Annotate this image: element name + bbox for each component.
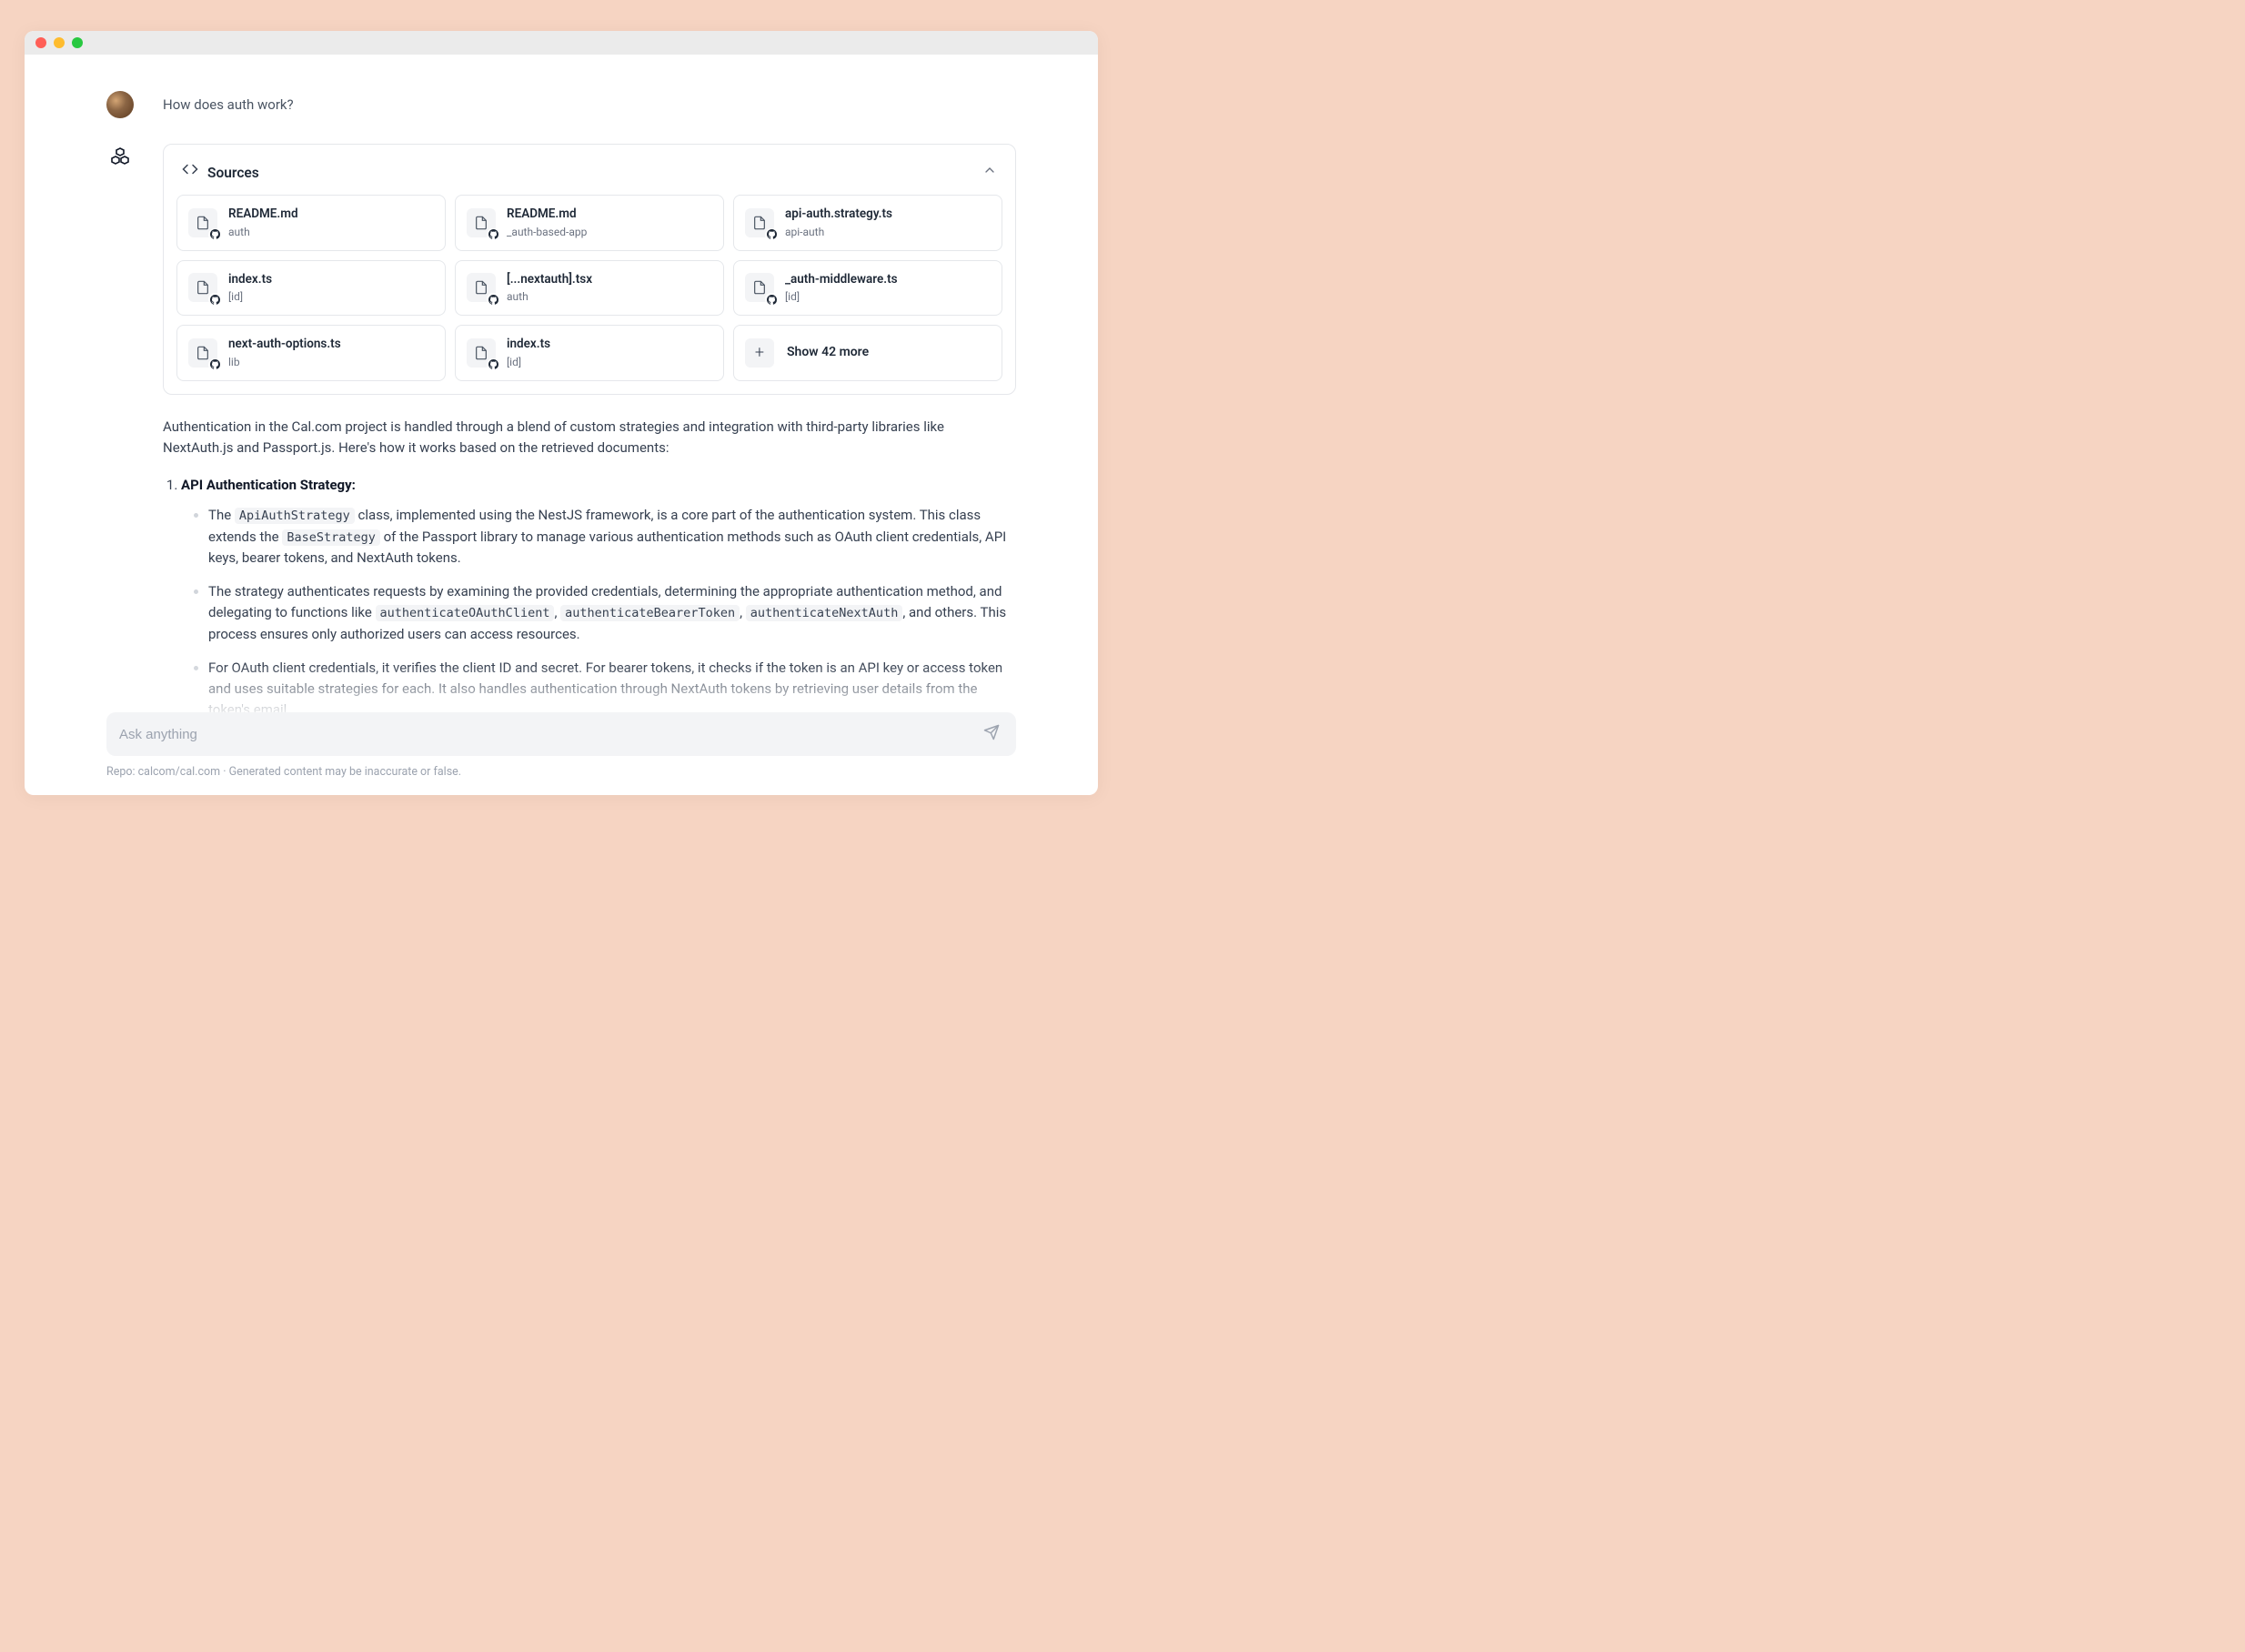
file-icon (188, 273, 217, 302)
footer-note: Repo: calcom/cal.com · Generated content… (106, 765, 1016, 779)
chat-input-container (106, 712, 1016, 756)
bullet-item: The ApiAuthStrategy class, implemented u… (194, 505, 1016, 569)
content: How does auth work? (25, 55, 1098, 795)
answer-intro: Authentication in the Cal.com project is… (163, 417, 1016, 459)
source-path: [id] (507, 354, 550, 371)
maximize-window-button[interactable] (72, 37, 83, 48)
github-icon (208, 358, 221, 371)
file-icon (467, 208, 496, 237)
assistant-message-row: Sources README.mdauthREADME.md_auth-base… (106, 144, 1016, 734)
disclaimer: Generated content may be inaccurate or f… (229, 765, 462, 779)
source-path: [id] (785, 288, 898, 306)
plus-icon: + (745, 338, 774, 368)
github-icon (208, 228, 221, 241)
github-icon (487, 293, 499, 306)
github-icon (487, 358, 499, 371)
source-path: auth (507, 288, 592, 306)
sources-title: Sources (207, 162, 259, 184)
github-icon (208, 293, 221, 306)
sources-header[interactable]: Sources (176, 157, 1002, 195)
source-filename: _auth-middleware.ts (785, 270, 898, 289)
file-icon (188, 338, 217, 368)
file-icon (188, 208, 217, 237)
assistant-answer: Sources README.mdauthREADME.md_auth-base… (163, 144, 1016, 734)
show-more-label: Show 42 more (787, 343, 869, 363)
github-icon (487, 228, 499, 241)
bullet-item: The strategy authenticates requests by e… (194, 581, 1016, 645)
source-filename: index.ts (507, 335, 550, 354)
titlebar (25, 31, 1098, 55)
user-message-row: How does auth work? (106, 91, 1016, 118)
source-card[interactable]: README.md_auth-based-app (455, 195, 724, 251)
assistant-icon (106, 144, 134, 171)
source-card[interactable]: next-auth-options.tslib (176, 325, 446, 381)
source-path: api-auth (785, 224, 892, 241)
chevron-up-icon (982, 162, 997, 184)
source-card[interactable]: api-auth.strategy.tsapi-auth (733, 195, 1002, 251)
sources-panel: Sources README.mdauthREADME.md_auth-base… (163, 144, 1016, 395)
source-path: _auth-based-app (507, 224, 587, 241)
send-button[interactable] (980, 720, 1003, 748)
chat-input[interactable] (119, 727, 980, 742)
app-window: How does auth work? (25, 31, 1098, 795)
show-more-sources[interactable]: + Show 42 more (733, 325, 1002, 381)
source-filename: api-auth.strategy.ts (785, 205, 892, 224)
source-path: lib (228, 354, 341, 371)
user-question: How does auth work? (163, 91, 1016, 118)
source-filename: index.ts (228, 270, 272, 289)
send-icon (983, 724, 1000, 740)
source-card[interactable]: index.ts[id] (176, 260, 446, 317)
source-path: auth (228, 224, 298, 241)
source-card[interactable]: _auth-middleware.ts[id] (733, 260, 1002, 317)
source-path: [id] (228, 288, 272, 306)
source-card[interactable]: README.mdauth (176, 195, 446, 251)
repo-name: calcom/cal.com (138, 765, 221, 779)
answer-list: API Authentication Strategy: The ApiAuth… (163, 475, 1016, 721)
answer-section: API Authentication Strategy: The ApiAuth… (181, 475, 1016, 721)
source-card[interactable]: [...nextauth].tsxauth (455, 260, 724, 317)
minimize-window-button[interactable] (54, 37, 65, 48)
close-window-button[interactable] (35, 37, 46, 48)
github-icon (765, 293, 778, 306)
source-card[interactable]: index.ts[id] (455, 325, 724, 381)
code-icon (182, 161, 198, 184)
file-icon (745, 208, 774, 237)
github-icon (765, 228, 778, 241)
user-avatar (106, 91, 134, 118)
source-filename: [...nextauth].tsx (507, 270, 592, 289)
sources-grid: README.mdauthREADME.md_auth-based-appapi… (176, 195, 1002, 381)
input-area: Repo: calcom/cal.com · Generated content… (106, 712, 1016, 779)
source-filename: README.md (228, 205, 298, 224)
section-heading: API Authentication Strategy: (181, 477, 356, 493)
file-icon (467, 338, 496, 368)
file-icon (745, 273, 774, 302)
file-icon (467, 273, 496, 302)
source-filename: next-auth-options.ts (228, 335, 341, 354)
bullet-list: The ApiAuthStrategy class, implemented u… (181, 505, 1016, 720)
source-filename: README.md (507, 205, 587, 224)
